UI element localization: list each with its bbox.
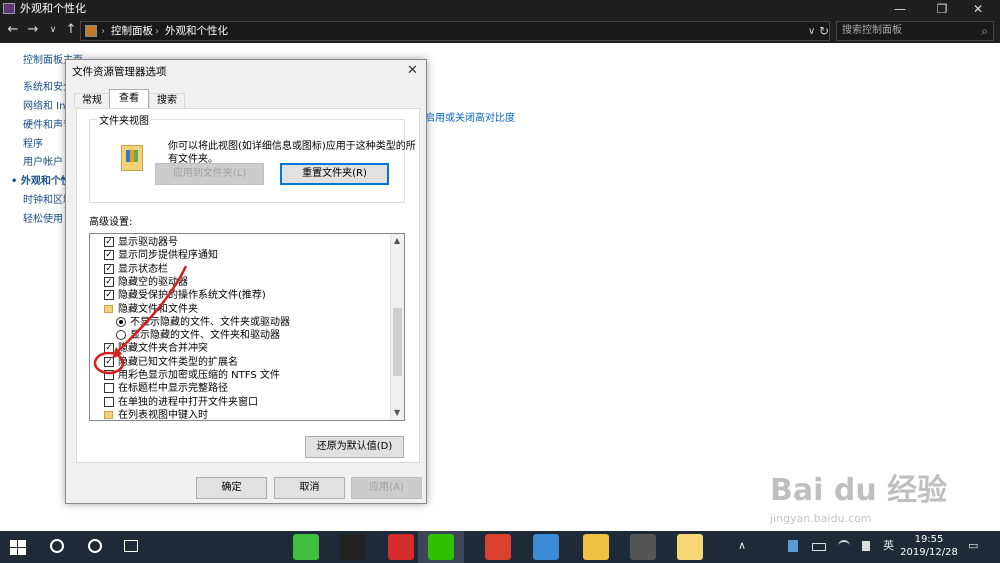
search-icon[interactable] [50, 539, 64, 553]
qq-icon[interactable] [340, 534, 366, 560]
language-indicator[interactable]: 英 [883, 539, 894, 553]
taskbar: ∧ 英 19:55 2019/12/28 ▭ [0, 531, 1000, 563]
highlight-circle [93, 351, 125, 375]
baidu-watermark: Bai du 经验 [770, 473, 948, 508]
wps-icon[interactable] [388, 534, 414, 560]
notepad-icon[interactable] [677, 534, 703, 560]
volume-icon[interactable] [862, 541, 870, 551]
wifi-icon[interactable] [838, 540, 850, 552]
notification-icon[interactable]: ▭ [968, 539, 978, 553]
browser-icon[interactable] [293, 534, 319, 560]
wechat-icon[interactable] [428, 534, 454, 560]
show-hidden-icons[interactable]: ∧ [738, 539, 746, 553]
file-explorer-icon[interactable] [583, 534, 609, 560]
start-icon[interactable] [10, 540, 26, 555]
tray-app-icon[interactable] [788, 540, 798, 552]
annotation-arrow [113, 265, 188, 356]
settings-app-icon[interactable] [630, 534, 656, 560]
clock-time: 19:55 [914, 534, 944, 545]
cortana-icon[interactable] [88, 539, 102, 553]
penguin-app-icon[interactable] [533, 534, 559, 560]
task-view-icon[interactable] [124, 540, 138, 552]
clock[interactable]: 19:55 2019/12/28 [897, 533, 961, 559]
clock-date: 2019/12/28 [900, 547, 958, 558]
baidu-watermark-url: jingyan.baidu.com [770, 512, 872, 525]
power-app-icon[interactable] [485, 534, 511, 560]
battery-icon[interactable] [812, 543, 826, 551]
